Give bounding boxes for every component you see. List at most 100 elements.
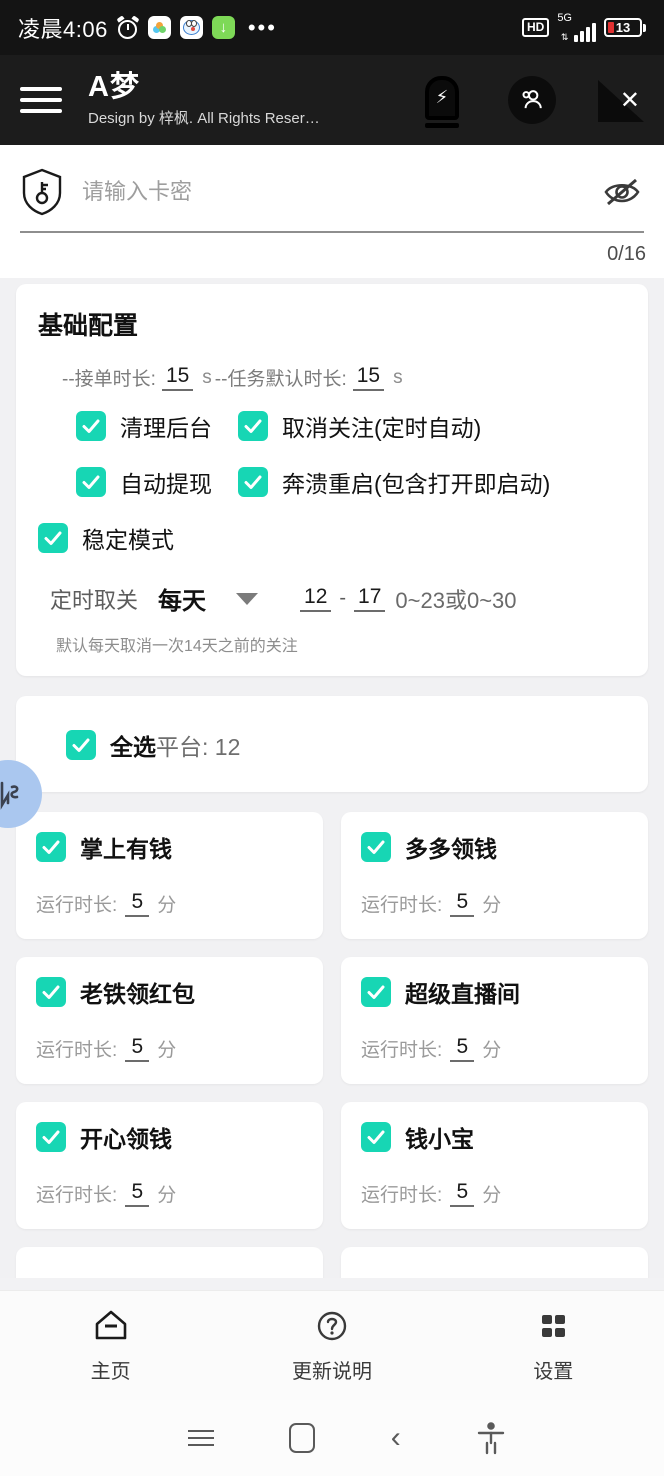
platform-card-partial[interactable] [341, 1247, 648, 1278]
checkbox-label-crash-restart: 奔溃重启(包含打开即启动) [282, 471, 551, 497]
order-duration-input[interactable]: 15 [161, 364, 194, 391]
platform-card[interactable]: 超级直播间 运行时长: 5 分 [341, 957, 648, 1084]
battery-percent: 13 [615, 20, 631, 35]
platform-card[interactable]: 钱小宝 运行时长: 5 分 [341, 1102, 648, 1229]
network-type-label: 5G [557, 12, 572, 24]
select-all-panel: 全选平台: 12 [16, 696, 648, 792]
system-navigation-bar: ‹ [0, 1400, 664, 1476]
platform-duration-input[interactable]: 5 [125, 1180, 150, 1207]
checkbox-unfollow-auto[interactable] [238, 411, 268, 441]
order-duration-unit: s [202, 366, 212, 388]
checkbox-label-clear-background: 清理后台 [120, 415, 212, 441]
schedule-range-hint: 0~23或0~30 [395, 587, 517, 613]
chevron-down-icon[interactable] [236, 592, 259, 605]
platform-duration-unit: 分 [157, 895, 177, 916]
schedule-row: 定时取关 每天 12 - 17 0~23或0~30 [50, 581, 626, 616]
doraemon-icon [179, 16, 203, 39]
platform-duration-input[interactable]: 5 [125, 1035, 150, 1062]
config-row-3: 稳定模式 [38, 521, 626, 555]
platform-checkbox[interactable] [361, 832, 391, 862]
platform-duration-unit: 分 [157, 1040, 177, 1061]
platform-card[interactable]: 掌上有钱 运行时长: 5 分 [16, 812, 323, 939]
checkbox-select-all-platforms[interactable] [66, 730, 96, 760]
grid-settings-icon [534, 1307, 572, 1345]
platform-name: 超级直播间 [405, 981, 520, 1007]
help-circle-icon [313, 1307, 351, 1345]
hamburger-icon[interactable] [20, 87, 62, 113]
platform-duration-row: 运行时长: 5 分 [361, 1180, 628, 1207]
select-all-strong-text: 全选 [110, 734, 156, 760]
task-duration-input[interactable]: 15 [352, 364, 385, 391]
schedule-hour-range: 12 - 17 0~23或0~30 [300, 583, 517, 615]
platform-duration-label: 运行时长: [361, 1040, 443, 1061]
platform-card[interactable]: 多多领钱 运行时长: 5 分 [341, 812, 648, 939]
platform-name: 多多领钱 [405, 836, 497, 862]
bottom-navigation: 主页 更新说明 设置 [0, 1290, 664, 1400]
platform-checkbox[interactable] [36, 977, 66, 1007]
platform-checkbox[interactable] [361, 1122, 391, 1152]
no-signal-icon[interactable]: ✕ [598, 78, 644, 122]
nav-label-home: 主页 [90, 1361, 131, 1383]
checkbox-label-auto-withdraw: 自动提现 [120, 471, 212, 497]
task-duration-unit: s [393, 366, 403, 388]
platform-duration-row: 运行时长: 5 分 [36, 890, 303, 917]
nav-item-home[interactable]: 主页 [0, 1307, 221, 1384]
platform-card-header: 老铁领红包 [36, 975, 303, 1009]
platform-duration-unit: 分 [482, 895, 502, 916]
platform-card-header: 掌上有钱 [36, 830, 303, 864]
config-row-1: 清理后台 取消关注(定时自动) [76, 409, 626, 443]
back-icon[interactable]: ‹ [391, 1423, 401, 1453]
platform-duration-row: 运行时长: 5 分 [36, 1035, 303, 1062]
status-time: 凌晨4:06 [18, 16, 108, 42]
checkbox-crash-restart[interactable] [238, 467, 268, 497]
nav-item-settings[interactable]: 设置 [443, 1307, 664, 1384]
shield-key-icon [20, 167, 64, 217]
platform-checkbox[interactable] [36, 832, 66, 862]
nav-item-update-notes[interactable]: 更新说明 [221, 1307, 442, 1384]
platform-card[interactable]: 开心领钱 运行时长: 5 分 [16, 1102, 323, 1229]
platform-card-header: 多多领钱 [361, 830, 628, 864]
nav-label-settings: 设置 [533, 1361, 574, 1383]
accessibility-icon[interactable] [476, 1421, 506, 1455]
download-icon [211, 16, 235, 39]
platform-card[interactable]: 老铁领红包 运行时长: 5 分 [16, 957, 323, 1084]
schedule-hour-start-input[interactable]: 12 [300, 585, 332, 612]
eye-off-icon[interactable] [600, 174, 644, 210]
checkbox-clear-background[interactable] [76, 411, 106, 441]
platform-card-partial[interactable] [16, 1247, 323, 1278]
select-all-row: 全选平台: 12 [38, 722, 626, 766]
main-content: 基础配置 --接单时长: 15 s --任务默认时长: 15 s 清理后台 取消… [0, 278, 664, 1278]
platform-duration-input[interactable]: 5 [450, 890, 475, 917]
platform-duration-input[interactable]: 5 [125, 890, 150, 917]
card-key-counter: 0/16 [0, 233, 664, 278]
recents-icon[interactable] [187, 1430, 214, 1446]
platform-duration-label: 运行时长: [36, 1185, 118, 1206]
app-subtitle: Design by 梓枫. All Rights Reser… [88, 110, 320, 128]
platform-duration-input[interactable]: 5 [450, 1180, 475, 1207]
platform-duration-row: 运行时长: 5 分 [361, 1035, 628, 1062]
platform-checkbox[interactable] [361, 977, 391, 1007]
battery-boost-icon[interactable] [418, 76, 466, 128]
platform-duration-label: 运行时长: [36, 895, 118, 916]
system-home-icon[interactable] [289, 1423, 316, 1453]
platform-duration-unit: 分 [482, 1040, 502, 1061]
basic-config-panel: 基础配置 --接单时长: 15 s --任务默认时长: 15 s 清理后台 取消… [16, 284, 648, 676]
network-indicator: 5G ⇅ [557, 13, 596, 42]
status-bar-right: HD 5G ⇅ 13 [521, 13, 646, 42]
checkbox-stable-mode[interactable] [38, 523, 68, 553]
select-all-label: 全选平台: 12 [110, 728, 240, 762]
status-overflow-icon: ••• [247, 14, 277, 40]
platform-duration-label: 运行时长: [361, 895, 443, 916]
platform-duration-input[interactable]: 5 [450, 1035, 475, 1062]
card-key-input[interactable] [82, 179, 582, 205]
schedule-select-value[interactable]: 每天 [158, 581, 206, 616]
phone-screen: 凌晨4:06 ••• HD 5G ⇅ [0, 0, 664, 1476]
platform-name: 钱小宝 [405, 1126, 474, 1152]
schedule-hour-end-input[interactable]: 17 [354, 585, 386, 612]
app-bar-titles: A梦 Design by 梓枫. All Rights Reser… [88, 71, 320, 129]
platform-grid: 掌上有钱 运行时长: 5 分 多多领钱 运行时长: 5 分 老铁领红包 运行时长… [16, 812, 648, 1278]
home-icon [92, 1307, 130, 1345]
platform-checkbox[interactable] [36, 1122, 66, 1152]
checkbox-auto-withdraw[interactable] [76, 467, 106, 497]
account-icon[interactable] [508, 76, 556, 124]
